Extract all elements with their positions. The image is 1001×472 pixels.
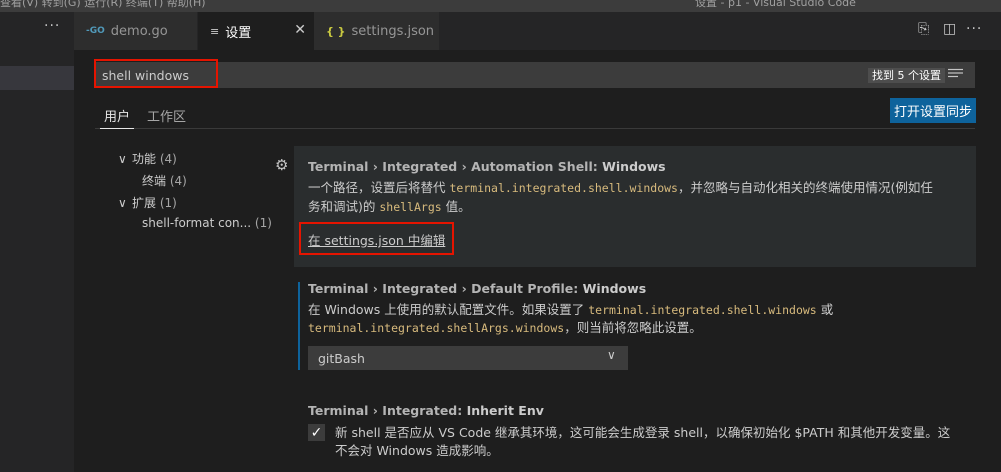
sidebar-more-icon[interactable]: ··· <box>44 18 60 34</box>
window-title: 设置 - p1 - Visual Studio Code <box>695 0 856 9</box>
tab-user-scope[interactable]: 用户 <box>104 106 130 125</box>
setting-description: 新 shell 是否应从 VS Code 继承其环境，这可能会生成登录 shel… <box>335 425 951 440</box>
select-value: gitBash <box>318 350 365 366</box>
filter-icon[interactable] <box>948 68 963 80</box>
split-editor-icon[interactable]: ◫ <box>943 21 956 37</box>
active-scope-underline <box>100 128 134 129</box>
close-icon[interactable]: ✕ <box>294 22 306 38</box>
tab-label: settings.json <box>351 23 435 39</box>
tab-label: 设置 <box>225 25 252 41</box>
tab-label: demo.go <box>110 23 168 39</box>
tab-settings-json[interactable]: { } settings.json <box>314 12 440 50</box>
more-actions-icon[interactable]: ··· <box>966 21 982 37</box>
chevron-down-icon: ∨ <box>118 152 127 166</box>
settings-file-icon: ≡ <box>210 24 220 38</box>
toc-label: 功能 <box>132 152 157 166</box>
toc-label: 终端 <box>142 174 167 188</box>
setting-description: terminal.integrated.shellArgs.windows，则当… <box>308 320 702 335</box>
chevron-down-icon: ∨ <box>118 196 127 210</box>
setting-title: Terminal › Integrated › Default Profile:… <box>308 281 647 296</box>
open-settings-sync-button[interactable]: 打开设置同步 <box>890 98 976 123</box>
setting-description: 一个路径，设置后将替代 terminal.integrated.shell.wi… <box>308 180 933 195</box>
search-highlight-box <box>94 59 218 88</box>
scope-divider <box>95 128 975 129</box>
tab-workspace-scope[interactable]: 工作区 <box>147 106 186 125</box>
setting-description: 在 Windows 上使用的默认配置文件。如果设置了 terminal.inte… <box>308 302 834 317</box>
toc-item-features[interactable]: ∨ 功能 (4) <box>118 150 177 167</box>
tab-demo-go[interactable]: -GO demo.go <box>74 12 198 50</box>
toc-count: (4) <box>169 174 187 188</box>
toc-count: (1) <box>254 216 272 230</box>
tab-settings[interactable]: ≡ 设置 ✕ <box>198 12 314 50</box>
setting-title: Terminal › Integrated › Automation Shell… <box>308 159 666 174</box>
title-bar: 查看(V) 转到(G) 运行(R) 终端(T) 帮助(H) 设置 - p1 - … <box>0 0 1001 12</box>
open-settings-json-icon[interactable]: ⎘ <box>918 21 929 37</box>
toc-count: (4) <box>159 152 177 166</box>
toc-label: 扩展 <box>132 196 157 210</box>
setting-description: 不会对 Windows 造成影响。 <box>335 443 499 458</box>
menu-bar-partial[interactable]: 查看(V) 转到(G) 运行(R) 终端(T) 帮助(H) <box>0 0 206 10</box>
toc-item-shell-format[interactable]: shell-format con... (1) <box>142 216 272 230</box>
toc-item-terminal[interactable]: 终端 (4) <box>142 172 187 189</box>
toc-item-extensions[interactable]: ∨ 扩展 (1) <box>118 194 177 211</box>
sidebar-selected-item[interactable] <box>0 66 74 90</box>
setting-title: Terminal › Integrated: Inherit Env <box>308 403 544 418</box>
inherit-env-checkbox[interactable]: ✓ <box>308 424 325 441</box>
toc-count: (1) <box>159 196 177 210</box>
toc-label: shell-format con... <box>142 216 252 230</box>
default-profile-select[interactable]: gitBash <box>308 346 628 370</box>
go-file-icon: -GO <box>86 26 105 36</box>
modified-indicator <box>298 282 300 370</box>
chevron-down-icon[interactable]: ∨ <box>607 348 616 362</box>
result-count-badge: 找到 5 个设置 <box>868 68 945 83</box>
checkmark-icon: ✓ <box>310 425 323 441</box>
gear-icon[interactable]: ⚙ <box>275 156 288 174</box>
json-file-icon: { } <box>326 24 346 38</box>
link-highlight-box <box>299 222 454 255</box>
setting-description: 务和调试)的 shellArgs 值。 <box>308 199 471 214</box>
